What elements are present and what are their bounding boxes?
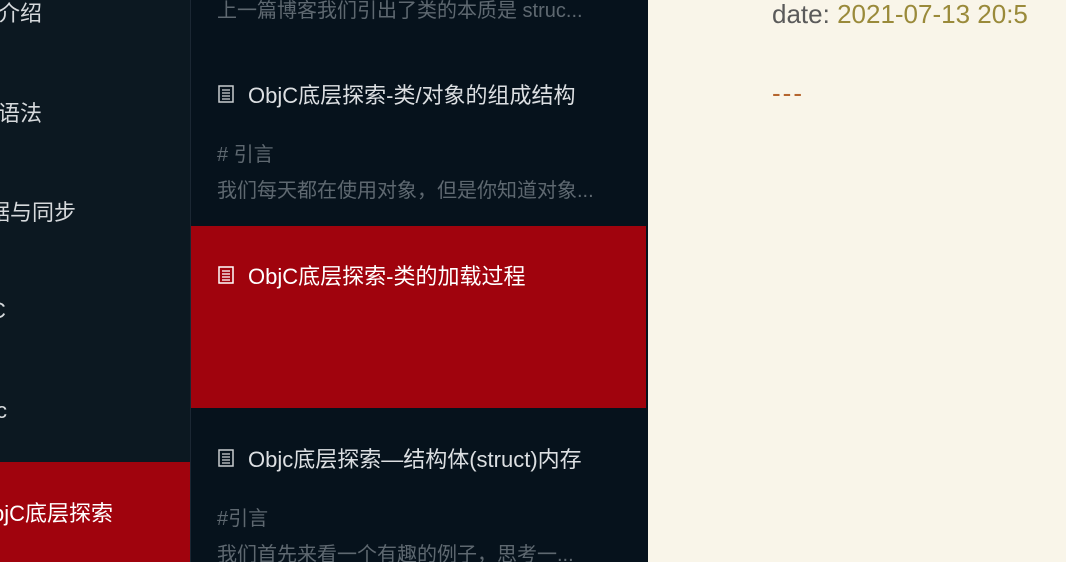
document-icon: [218, 85, 234, 103]
document-icon: [218, 449, 234, 467]
editor-pane[interactable]: date: 2021-07-13 20:5 ---: [648, 0, 1066, 562]
note-item[interactable]: ObjC底层探索-类/对象的组成结构 # 引言 我们每天都在使用对象，但是你知道…: [191, 40, 646, 226]
date-value: 2021-07-13 20:5: [837, 0, 1028, 29]
sidebar-item[interactable]: 语法: [0, 90, 190, 134]
sidebar-item-label: 据与同步: [0, 200, 77, 225]
note-item-selected[interactable]: ObjC底层探索-类的加载过程: [191, 226, 646, 408]
sidebar-item[interactable]: c: [0, 389, 190, 433]
note-title-text: Objc底层探索—结构体(struct)内存: [248, 447, 582, 472]
sidebar-item-label: c: [0, 398, 7, 423]
note-snippet: 我们每天都在使用对象，但是你知道对象...: [217, 180, 594, 202]
front-matter-date: date: 2021-07-13 20:5: [772, 0, 1028, 30]
sidebar-item-objc[interactable]: bjC底层探索: [0, 462, 190, 562]
sidebar-item-label: C: [0, 298, 6, 324]
sidebar-item-label: 能介绍: [0, 1, 43, 26]
note-title-text: ObjC底层探索-类的加载过程: [248, 264, 526, 289]
date-key: date:: [772, 0, 830, 29]
note-item[interactable]: 上一篇博客我们引出了类的本质是 struc...: [191, 0, 646, 40]
note-title: ObjC底层探索-类的加载过程: [216, 260, 636, 290]
note-list: 上一篇博客我们引出了类的本质是 struc... ObjC底层探索-类/对象的组…: [191, 0, 648, 562]
sidebar-item-label: 语法: [0, 101, 43, 126]
note-snippet: 上一篇博客我们引出了类的本质是 struc...: [217, 0, 583, 22]
note-title: ObjC底层探索-类/对象的组成结构: [216, 79, 636, 109]
sidebar-item-label: bjC底层探索: [0, 501, 114, 526]
sidebar-item[interactable]: 据与同步: [0, 189, 190, 233]
note-snippet: #引言: [217, 508, 269, 530]
front-matter-separator: ---: [772, 78, 804, 108]
note-snippet: 我们首先来看一个有趣的例子，思考一...: [217, 544, 574, 562]
note-title-text: ObjC底层探索-类/对象的组成结构: [248, 83, 576, 108]
note-item[interactable]: Objc底层探索—结构体(struct)内存 #引言 我们首先来看一个有趣的例子…: [191, 408, 646, 562]
note-title: Objc底层探索—结构体(struct)内存: [216, 443, 636, 473]
document-icon: [218, 266, 234, 284]
sidebar-item[interactable]: 能介绍: [0, 0, 190, 34]
note-snippet: # 引言: [217, 144, 274, 166]
sidebar-item[interactable]: C: [0, 289, 190, 333]
category-sidebar: 能介绍 语法 据与同步 C c bjC底层探索: [0, 0, 190, 562]
